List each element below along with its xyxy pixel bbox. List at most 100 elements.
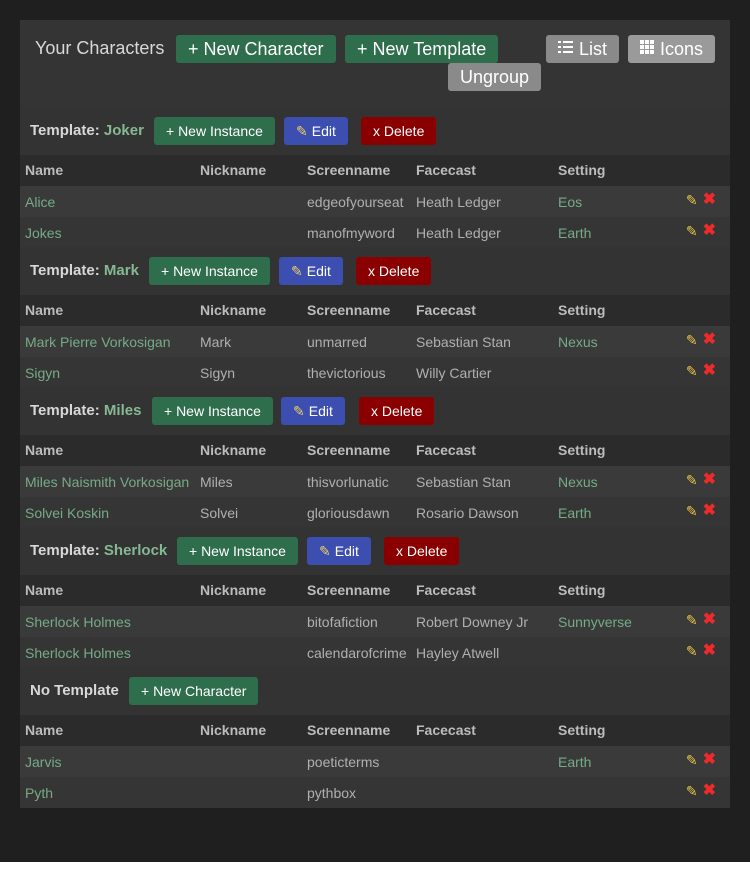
x-icon[interactable]: ✖ bbox=[703, 192, 716, 209]
setting-link[interactable]: Earth bbox=[558, 225, 591, 241]
character-name-link[interactable]: Sigyn bbox=[25, 365, 60, 381]
table-row: Miles Naismith Vorkosigan Miles thisvorl… bbox=[20, 466, 730, 497]
list-view-button[interactable]: List bbox=[546, 35, 620, 63]
character-name-link[interactable]: Mark Pierre Vorkosigan bbox=[25, 334, 171, 350]
new-character-button[interactable]: + New Character bbox=[176, 35, 336, 63]
col-setting: Setting bbox=[558, 162, 606, 178]
row-actions: ✎ ✖ bbox=[686, 192, 716, 209]
pencil-icon[interactable]: ✎ bbox=[686, 192, 698, 209]
setting-link[interactable]: Eos bbox=[558, 194, 582, 210]
template-name[interactable]: Joker bbox=[104, 122, 144, 139]
setting-link[interactable]: Sunnyverse bbox=[558, 614, 632, 630]
template-bar: Template: Sherlock + New Instance ✎ Edit … bbox=[20, 527, 730, 575]
new-character-button[interactable]: + New Character bbox=[129, 677, 259, 705]
screenname-cell: thevictorious bbox=[307, 365, 386, 381]
x-icon[interactable]: ✖ bbox=[703, 612, 716, 629]
x-icon[interactable]: ✖ bbox=[703, 363, 716, 380]
character-name-link[interactable]: Jokes bbox=[25, 225, 62, 241]
template-bar: No Template + New Character bbox=[20, 667, 730, 715]
character-name-link[interactable]: Pyth bbox=[25, 785, 53, 801]
col-facecast: Facecast bbox=[416, 722, 476, 738]
pencil-icon[interactable]: ✎ bbox=[686, 332, 698, 349]
new-instance-button[interactable]: + New Instance bbox=[154, 117, 275, 145]
row-actions: ✎ ✖ bbox=[686, 363, 716, 380]
x-icon[interactable]: ✖ bbox=[703, 332, 716, 349]
col-name: Name bbox=[25, 162, 64, 178]
table-header: Name Nickname Screenname Facecast Settin… bbox=[20, 575, 730, 606]
table-header: Name Nickname Screenname Facecast Settin… bbox=[20, 435, 730, 466]
table-row: Sherlock Holmes bitofafiction Robert Dow… bbox=[20, 606, 730, 637]
nickname-cell: Sigyn bbox=[200, 365, 236, 381]
template-bar: Template: Joker + New Instance ✎ Edit x D… bbox=[20, 107, 730, 155]
pencil-icon[interactable]: ✎ bbox=[686, 472, 698, 489]
new-template-button[interactable]: + New Template bbox=[345, 35, 499, 63]
grid-icon bbox=[640, 39, 654, 59]
icons-view-button[interactable]: Icons bbox=[628, 35, 716, 63]
edit-template-button[interactable]: ✎ Edit bbox=[307, 537, 371, 565]
edit-label: Edit bbox=[306, 263, 331, 279]
new-instance-button[interactable]: + New Instance bbox=[177, 537, 298, 565]
nickname-cell: Solvei bbox=[200, 505, 239, 521]
ungroup-button[interactable]: Ungroup bbox=[448, 63, 542, 91]
col-nickname: Nickname bbox=[200, 162, 267, 178]
delete-template-button[interactable]: x Delete bbox=[384, 537, 460, 565]
delete-template-button[interactable]: x Delete bbox=[356, 257, 432, 285]
screenname-cell: poeticterms bbox=[307, 754, 380, 770]
row-actions: ✎ ✖ bbox=[686, 643, 716, 660]
template-label: Template: Sherlock bbox=[30, 542, 167, 559]
character-name-link[interactable]: Jarvis bbox=[25, 754, 62, 770]
table-row: Mark Pierre Vorkosigan Mark unmarred Seb… bbox=[20, 326, 730, 357]
template-name[interactable]: Miles bbox=[104, 402, 142, 419]
x-icon[interactable]: ✖ bbox=[703, 223, 716, 240]
character-name-link[interactable]: Sherlock Holmes bbox=[25, 645, 131, 661]
pencil-icon[interactable]: ✎ bbox=[686, 783, 698, 800]
new-instance-button[interactable]: + New Instance bbox=[152, 397, 273, 425]
screenname-cell: gloriousdawn bbox=[307, 505, 390, 521]
col-facecast: Facecast bbox=[416, 162, 476, 178]
character-name-link[interactable]: Sherlock Holmes bbox=[25, 614, 131, 630]
setting-link[interactable]: Earth bbox=[558, 505, 591, 521]
edit-template-button[interactable]: ✎ Edit bbox=[281, 397, 345, 425]
col-nickname: Nickname bbox=[200, 722, 267, 738]
x-icon[interactable]: ✖ bbox=[703, 503, 716, 520]
row-actions: ✎ ✖ bbox=[686, 752, 716, 769]
pencil-icon[interactable]: ✎ bbox=[686, 223, 698, 240]
row-actions: ✎ ✖ bbox=[686, 332, 716, 349]
pencil-icon: ✎ bbox=[293, 402, 305, 419]
col-nickname: Nickname bbox=[200, 442, 267, 458]
pencil-icon[interactable]: ✎ bbox=[686, 752, 698, 769]
new-instance-button[interactable]: + New Instance bbox=[149, 257, 270, 285]
x-icon[interactable]: ✖ bbox=[703, 472, 716, 489]
character-name-link[interactable]: Solvei Koskin bbox=[25, 505, 109, 521]
pencil-icon: ✎ bbox=[296, 122, 308, 139]
pencil-icon[interactable]: ✎ bbox=[686, 503, 698, 520]
template-prefix: Template: bbox=[30, 262, 100, 279]
list-view-label: List bbox=[579, 38, 608, 59]
template-name[interactable]: Mark bbox=[104, 262, 139, 279]
nickname-cell: Miles bbox=[200, 474, 233, 490]
pencil-icon[interactable]: ✎ bbox=[686, 612, 698, 629]
pencil-icon[interactable]: ✎ bbox=[686, 643, 698, 660]
screenname-cell: bitofafiction bbox=[307, 614, 378, 630]
character-name-link[interactable]: Miles Naismith Vorkosigan bbox=[25, 474, 189, 490]
col-screenname: Screenname bbox=[307, 302, 391, 318]
facecast-cell: Rosario Dawson bbox=[416, 505, 519, 521]
facecast-cell: Robert Downey Jr bbox=[416, 614, 529, 630]
pencil-icon[interactable]: ✎ bbox=[686, 363, 698, 380]
x-icon[interactable]: ✖ bbox=[703, 783, 716, 800]
setting-link[interactable]: Earth bbox=[558, 754, 591, 770]
x-icon[interactable]: ✖ bbox=[703, 752, 716, 769]
edit-template-button[interactable]: ✎ Edit bbox=[279, 257, 343, 285]
screenname-cell: manofmyword bbox=[307, 225, 395, 241]
setting-link[interactable]: Nexus bbox=[558, 474, 598, 490]
page-title: Your Characters bbox=[35, 38, 165, 58]
character-name-link[interactable]: Alice bbox=[25, 194, 55, 210]
edit-template-button[interactable]: ✎ Edit bbox=[284, 117, 348, 145]
delete-template-button[interactable]: x Delete bbox=[359, 397, 435, 425]
template-name[interactable]: Sherlock bbox=[104, 542, 167, 559]
delete-template-button[interactable]: x Delete bbox=[361, 117, 437, 145]
x-icon[interactable]: ✖ bbox=[703, 643, 716, 660]
icons-view-label: Icons bbox=[660, 38, 704, 59]
pencil-icon: ✎ bbox=[291, 262, 303, 279]
setting-link[interactable]: Nexus bbox=[558, 334, 598, 350]
